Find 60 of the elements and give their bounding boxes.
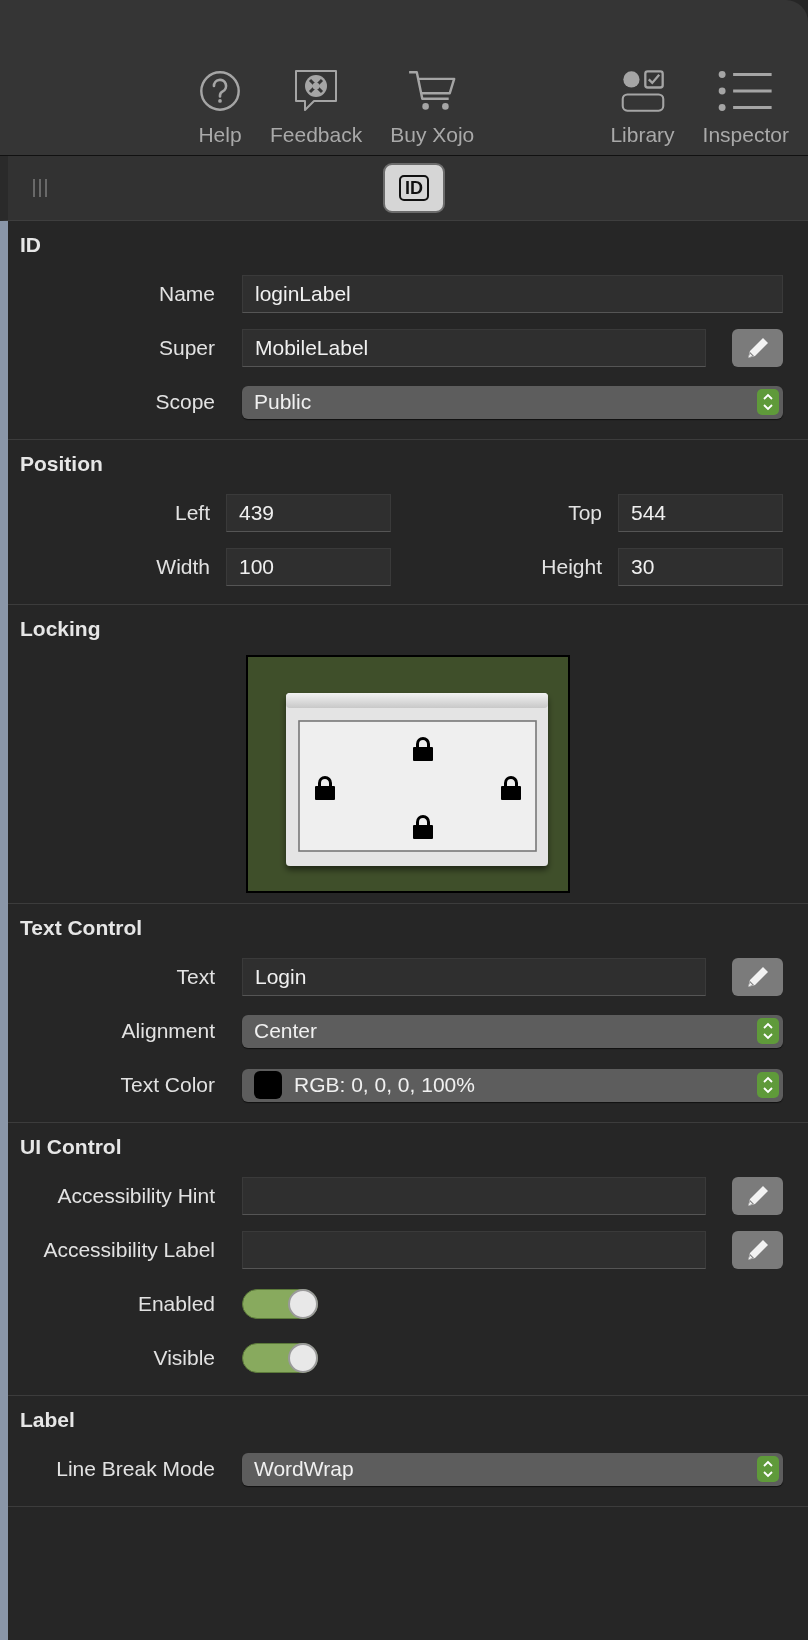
drag-handle-icon[interactable]	[32, 178, 48, 198]
lock-icon[interactable]	[413, 815, 433, 839]
section-heading: ID	[19, 232, 42, 258]
edit-button[interactable]	[732, 329, 783, 367]
section-heading: Position	[19, 451, 104, 477]
section-heading: Label	[19, 1407, 76, 1433]
edit-button[interactable]	[732, 1231, 783, 1269]
toolbar-label[interactable]: Inspector	[702, 123, 789, 147]
field-label: Line Break Mode	[55, 1457, 215, 1481]
popup-menu[interactable]: RGB: 0, 0, 0, 100%	[242, 1068, 783, 1102]
lock-icon[interactable]	[315, 776, 335, 800]
section-heading: Text Control	[19, 915, 144, 941]
edit-button[interactable]	[732, 958, 783, 996]
field-label: Top	[567, 501, 602, 525]
field-label: Left	[173, 501, 210, 525]
field-label: Text	[175, 965, 215, 989]
stepper-icon	[757, 389, 779, 415]
cart-icon[interactable]	[408, 69, 457, 113]
field-label: Width	[155, 555, 210, 579]
field-label: Name	[157, 282, 215, 306]
field-label: Alignment	[120, 1019, 215, 1043]
lock-icon[interactable]	[413, 737, 433, 761]
field-label: Scope	[154, 390, 215, 414]
stepper-icon	[757, 1072, 779, 1098]
toggle-switch[interactable]	[242, 1343, 318, 1373]
speech-bubble-icon[interactable]	[294, 69, 339, 113]
list-icon[interactable]	[718, 69, 774, 113]
field-label: Super	[157, 336, 215, 360]
field-label: Text Color	[119, 1073, 215, 1097]
field-label: Accessibility Label	[42, 1238, 215, 1262]
text-field[interactable]	[242, 1231, 706, 1269]
stepper-icon	[757, 1018, 779, 1044]
id-tab[interactable]: ID	[383, 163, 445, 213]
toolbar-label[interactable]: Buy Xojo	[390, 123, 475, 147]
text-field[interactable]: 30	[618, 548, 783, 586]
popup-menu[interactable]: Center	[242, 1014, 783, 1048]
text-field[interactable]: Login	[242, 958, 706, 996]
controls-icon[interactable]	[620, 69, 665, 113]
popup-menu[interactable]: Public	[242, 385, 783, 419]
section-heading: UI Control	[19, 1134, 123, 1160]
text-field[interactable]: loginLabel	[242, 275, 783, 313]
text-field[interactable]: 439	[226, 494, 391, 532]
toolbar-label[interactable]: Feedback	[270, 123, 363, 147]
section-heading: Locking	[19, 616, 102, 642]
text-field[interactable]: 544	[618, 494, 783, 532]
text-field[interactable]	[242, 1177, 706, 1215]
help-icon[interactable]	[198, 69, 242, 113]
lock-icon[interactable]	[501, 776, 521, 800]
text-field[interactable]: 100	[226, 548, 391, 586]
edit-button[interactable]	[732, 1177, 783, 1215]
field-label: Enabled	[136, 1292, 215, 1316]
toolbar-label[interactable]: Help	[198, 123, 242, 147]
field-label: Height	[540, 555, 602, 579]
stepper-icon	[757, 1456, 779, 1482]
text-field[interactable]: MobileLabel	[242, 329, 706, 367]
toolbar-label[interactable]: Library	[610, 123, 675, 147]
field-label: Accessibility Hint	[56, 1184, 215, 1208]
field-label: Visible	[152, 1346, 215, 1370]
toggle-switch[interactable]	[242, 1289, 318, 1319]
popup-menu[interactable]: WordWrap	[242, 1452, 783, 1486]
